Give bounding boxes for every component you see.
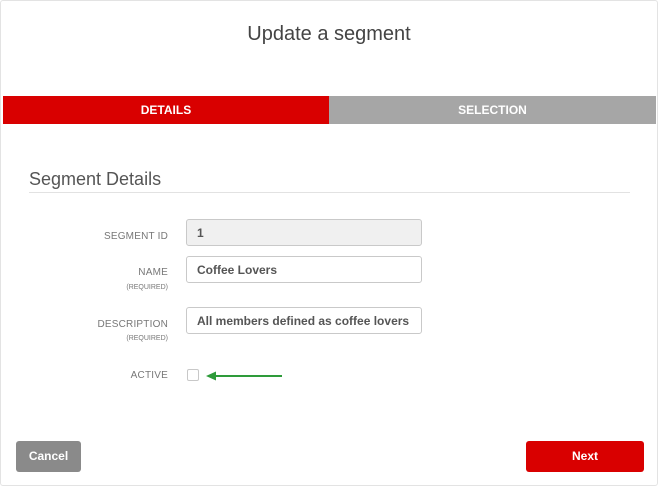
update-segment-dialog: Update a segment DETAILS SELECTION Segme… bbox=[0, 0, 658, 486]
name-required-label: (REQUIRED) bbox=[126, 284, 168, 291]
description-label: DESCRIPTION bbox=[97, 319, 168, 330]
next-button[interactable]: Next bbox=[526, 441, 644, 472]
segment-id-label: SEGMENT ID bbox=[103, 231, 168, 242]
tab-selection[interactable]: SELECTION bbox=[329, 96, 656, 124]
section-title: Segment Details bbox=[29, 169, 162, 189]
arrow-left-icon bbox=[206, 371, 282, 381]
description-field[interactable] bbox=[186, 307, 422, 334]
tab-details[interactable]: DETAILS bbox=[3, 96, 329, 124]
name-label: NAME bbox=[138, 267, 168, 278]
description-required-label: (REQUIRED) bbox=[126, 335, 168, 342]
wizard-tabs: DETAILS SELECTION bbox=[3, 96, 656, 124]
active-label: ACTIVE bbox=[130, 370, 168, 381]
segment-id-field[interactable] bbox=[186, 219, 422, 246]
section-divider bbox=[29, 192, 630, 193]
dialog-title: Update a segment bbox=[247, 23, 411, 45]
active-checkbox[interactable] bbox=[187, 369, 199, 381]
name-field[interactable] bbox=[186, 256, 422, 283]
cancel-button[interactable]: Cancel bbox=[16, 441, 81, 472]
